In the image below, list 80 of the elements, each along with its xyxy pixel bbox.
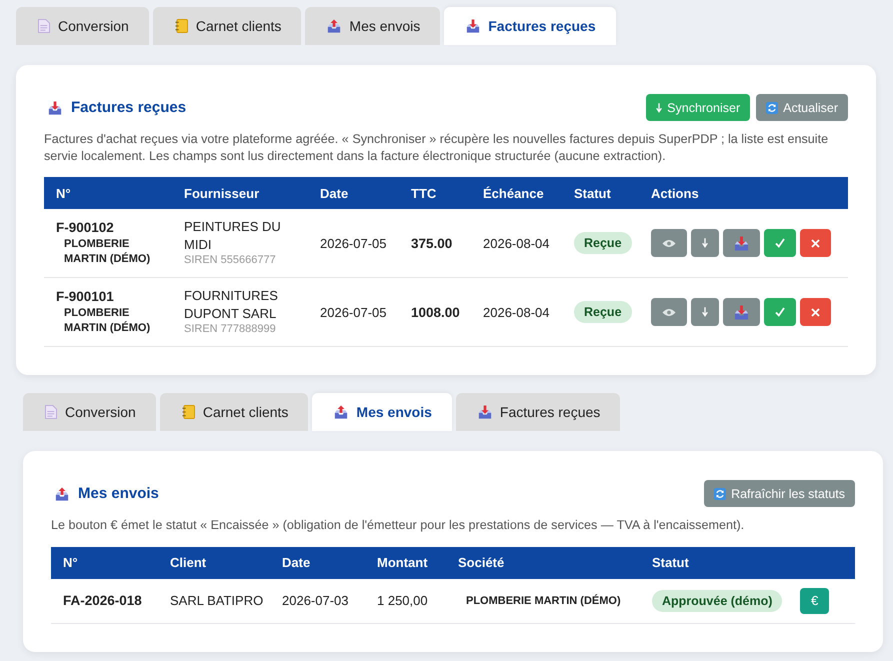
inbox-icon	[478, 405, 492, 419]
import-button[interactable]	[723, 298, 760, 326]
refresh-icon	[714, 488, 726, 500]
table-cell-text: 2026-07-05	[319, 304, 388, 322]
column-header: Actions	[650, 186, 700, 200]
tab[interactable]: Mes envois	[305, 7, 440, 45]
inbox-icon	[466, 19, 480, 33]
column-header: Montant	[376, 555, 429, 570]
column-header: N°	[55, 186, 72, 200]
column-header: Société	[457, 555, 506, 570]
table-cell-text: 2026-08-04	[482, 234, 550, 252]
eye-icon	[662, 238, 676, 248]
check-icon	[775, 307, 785, 317]
column-header: Fournisseur	[183, 186, 260, 200]
tab[interactable]: Carnet clients	[152, 7, 302, 45]
column-header: Client	[169, 555, 208, 570]
notebook-icon	[174, 19, 188, 33]
notebook-icon	[182, 405, 195, 419]
inbox-icon	[734, 236, 749, 250]
import-button[interactable]	[723, 229, 760, 257]
refresh-icon	[766, 102, 778, 114]
approve-button[interactable]	[764, 298, 796, 326]
down-arrow-icon	[702, 307, 708, 317]
check-icon	[775, 238, 785, 248]
supplier-name: PEINTURES DU MIDI	[184, 218, 282, 253]
tab[interactable]: Conversion	[16, 7, 149, 45]
siren-number: SIREN 555666777	[184, 253, 276, 268]
panel-title: Factures reçues	[71, 99, 186, 116]
download-button[interactable]	[691, 298, 719, 326]
invoice-number: FA-2026-018	[63, 592, 142, 610]
down-arrow-icon	[702, 238, 708, 248]
x-icon	[811, 308, 820, 316]
table-cell-text: 2026-07-05	[319, 234, 388, 252]
download-button[interactable]	[691, 229, 719, 257]
table-cell-text: 2026-07-03	[281, 592, 350, 610]
outbox-icon	[327, 19, 342, 33]
column-header: TTC	[410, 186, 438, 200]
outbox-icon	[55, 486, 69, 500]
table-cell-text: SARL BATIPRO	[169, 592, 264, 610]
inbox-icon	[734, 304, 749, 320]
table-cell-text: 2026-08-04	[482, 304, 550, 322]
column-header: N°	[62, 555, 79, 570]
company-name: PLOMBERIE MARTIN (DÉMO)	[63, 306, 152, 336]
description-text: Factures d'achat reçues via votre plateforme agréée. « Synchroniser » récupère les nouvelles factures depuis SuperPDP ; la liste est ensuite servie localement. Les champs sont lus directement dans la facture électronique structurée (aucune extraction).	[44, 131, 830, 164]
column-header: Date	[319, 186, 350, 200]
outbox-icon	[334, 405, 348, 419]
amount-cell-text: 375.00	[410, 234, 454, 252]
eye-icon	[662, 308, 676, 316]
siren-number: SIREN 777888999	[184, 322, 276, 337]
view-button[interactable]	[651, 298, 687, 326]
view-button[interactable]	[651, 229, 687, 257]
inbox-icon	[48, 100, 62, 114]
panel-title: Mes envois	[78, 485, 159, 502]
tab[interactable]: Factures reçues	[456, 393, 620, 431]
column-header: Échéance	[482, 186, 545, 200]
x-icon	[811, 238, 820, 248]
reject-button[interactable]	[800, 229, 831, 257]
approve-button[interactable]	[764, 229, 796, 257]
tab[interactable]: Factures reçues	[444, 7, 616, 45]
document-icon	[38, 19, 50, 33]
status-badge: Approuvée (démo)	[652, 590, 782, 612]
tab[interactable]: Conversion	[23, 393, 156, 431]
supplier-name: FOURNITURES DUPONT SARL	[184, 287, 279, 322]
amount-cell-text: 1008.00	[410, 304, 461, 322]
down-arrow-icon	[656, 102, 662, 112]
column-header: Statut	[573, 186, 612, 200]
column-header: Date	[281, 555, 312, 570]
company-name: PLOMBERIE MARTIN (DÉMO)	[63, 236, 152, 267]
status-badge: Reçue	[574, 232, 632, 254]
table-cell-text: 1 250,00	[376, 592, 429, 610]
invoice-number: F-900102	[56, 218, 114, 237]
tab[interactable]: Mes envois	[312, 393, 452, 431]
tab[interactable]: Carnet clients	[160, 393, 308, 431]
document-icon	[45, 405, 57, 419]
status-badge: Reçue	[574, 301, 632, 323]
description-text: Le bouton € émet le statut « Encaissée » (obligation de l'émetteur pour les prestations de services — TVA à l'encaissement).	[51, 517, 746, 534]
column-header: Statut	[651, 555, 690, 570]
company-name: PLOMBERIE MARTIN (DÉMO)	[465, 595, 621, 608]
invoice-number: F-900101	[56, 288, 114, 306]
reject-button[interactable]	[800, 298, 831, 326]
